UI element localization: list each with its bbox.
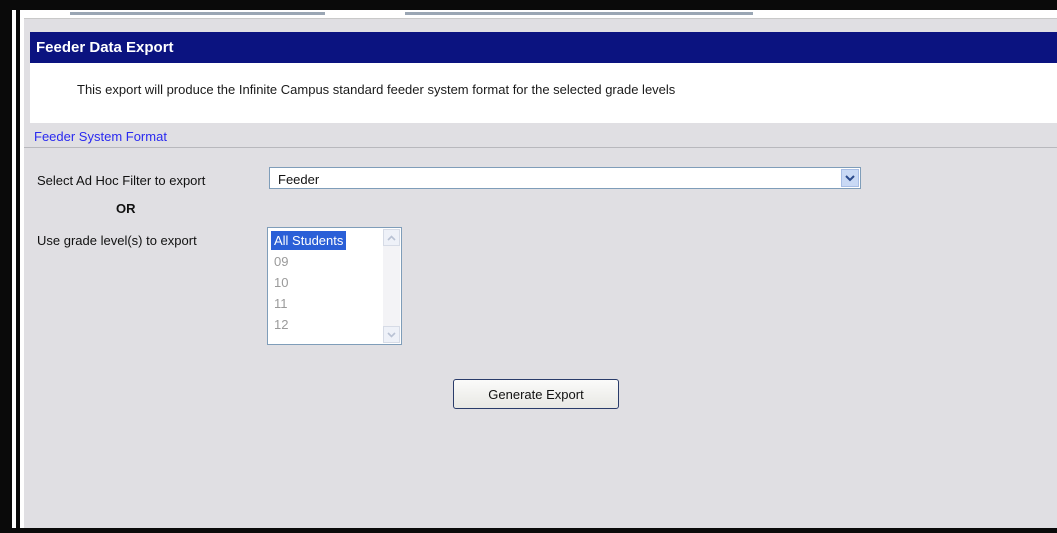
window-frame: Feeder Data Export This export will prod… (0, 0, 1057, 533)
grade-option-10[interactable]: 10 (271, 273, 291, 292)
filter-label: Select Ad Hoc Filter to export (37, 173, 206, 188)
chevron-down-icon[interactable] (383, 326, 400, 343)
grade-level-label: Use grade level(s) to export (37, 233, 197, 248)
chevron-up-icon[interactable] (383, 229, 400, 246)
chevron-down-icon[interactable] (841, 169, 859, 187)
tab-indicator (70, 12, 325, 15)
page-title: Feeder Data Export (36, 39, 174, 56)
description-text: This export will produce the Infinite Ca… (77, 82, 676, 97)
ad-hoc-filter-select[interactable]: Feeder (269, 167, 861, 189)
export-panel: Feeder Data Export This export will prod… (24, 18, 1057, 529)
window-left-border (0, 0, 12, 533)
panel-header: Feeder Data Export (30, 32, 1057, 63)
section-divider (24, 147, 1057, 148)
section-heading: Feeder System Format (34, 129, 167, 144)
ad-hoc-filter-value: Feeder (278, 172, 320, 187)
window-left-rule (16, 10, 20, 533)
generate-export-button[interactable]: Generate Export (453, 379, 619, 409)
grade-option-11[interactable]: 11 (271, 294, 291, 313)
window-top-border (0, 0, 1057, 10)
or-label: OR (116, 201, 136, 216)
window-bottom-border (0, 528, 1057, 533)
tab-indicator (405, 12, 753, 15)
description-box: This export will produce the Infinite Ca… (30, 63, 1057, 123)
grade-option-all-students[interactable]: All Students (271, 231, 347, 250)
grade-option-12[interactable]: 12 (271, 315, 291, 334)
grade-level-listbox[interactable]: All Students 09 10 11 12 (267, 227, 402, 345)
grade-option-09[interactable]: 09 (271, 252, 291, 271)
listbox-scrollbar[interactable] (383, 229, 400, 343)
